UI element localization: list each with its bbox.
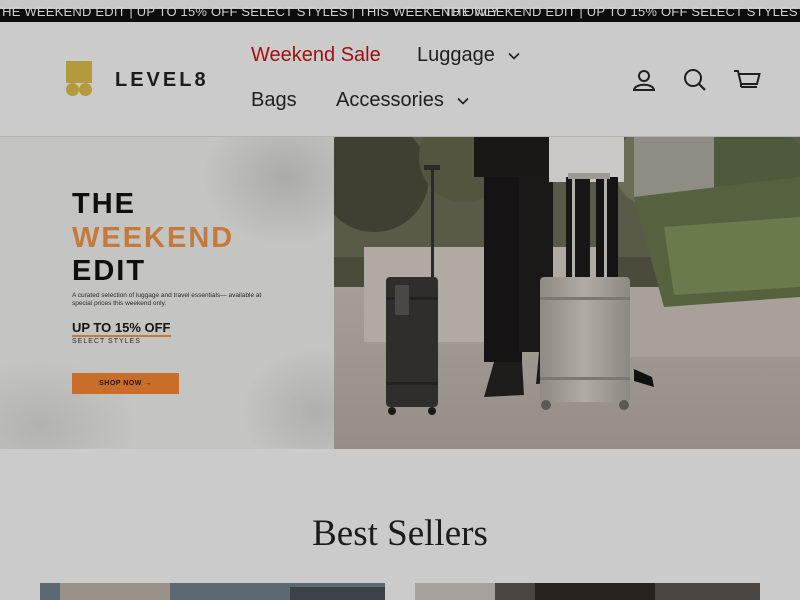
hero-offer: UP TO 15% OFF bbox=[72, 320, 171, 337]
logo-mark-icon bbox=[66, 61, 92, 83]
announcement-bar: THE WEEKEND EDIT | UP TO 15% OFF SELECT … bbox=[0, 0, 800, 22]
announcement-text-repeat: THE WEEKEND EDIT | UP TO 15% OFF SELECT … bbox=[444, 4, 800, 19]
product-image-fragment bbox=[535, 583, 655, 600]
nav-accessories[interactable]: Accessories bbox=[336, 89, 469, 112]
hero-subtext: A curated selection of luggage and trave… bbox=[72, 292, 262, 307]
brand-logo[interactable]: LEVEL8 bbox=[66, 61, 226, 101]
logo-mark-circle-left bbox=[66, 83, 79, 96]
product-image-fragment bbox=[60, 583, 170, 600]
search-button[interactable] bbox=[681, 66, 709, 94]
nav-luggage-label: Luggage bbox=[417, 44, 495, 66]
cart-button[interactable] bbox=[732, 66, 762, 94]
palm-shadow-decoration bbox=[240, 347, 334, 449]
account-icon bbox=[632, 70, 656, 91]
product-card[interactable] bbox=[40, 583, 385, 600]
chevron-down-icon bbox=[508, 52, 521, 60]
product-image-fragment bbox=[415, 583, 495, 600]
hero-text-panel: THE WEEKEND EDIT A curated selection of … bbox=[0, 137, 334, 449]
logo-wordmark: LEVEL8 bbox=[115, 69, 209, 91]
nav-luggage[interactable]: Luggage bbox=[417, 44, 521, 67]
hero-headline-line2: WEEKEND bbox=[72, 222, 235, 254]
chevron-down-icon bbox=[457, 97, 469, 105]
palm-shadow-decoration bbox=[0, 357, 140, 449]
site-header: LEVEL8 Weekend Sale Luggage Bags Accesso… bbox=[0, 22, 800, 137]
hero-headline-line1: THE bbox=[72, 188, 136, 220]
nav-weekend-sale-label: Weekend Sale bbox=[251, 44, 381, 66]
hero-luggage-photo bbox=[319, 137, 800, 449]
hero-banner[interactable]: THE WEEKEND EDIT A curated selection of … bbox=[0, 137, 800, 449]
product-card[interactable] bbox=[415, 583, 760, 600]
announcement-text: THE WEEKEND EDIT | UP TO 15% OFF SELECT … bbox=[0, 4, 500, 19]
nav-accessories-label: Accessories bbox=[336, 89, 444, 111]
cart-icon bbox=[734, 70, 761, 88]
best-sellers-heading: Best Sellers bbox=[312, 513, 488, 554]
hero-photo bbox=[319, 137, 800, 449]
nav-weekend-sale[interactable]: Weekend Sale bbox=[251, 44, 381, 67]
nav-bags-label: Bags bbox=[251, 89, 297, 111]
hero-select-styles: SELECT STYLES bbox=[72, 338, 141, 345]
account-button[interactable] bbox=[630, 66, 658, 94]
hero-headline-line3: EDIT bbox=[72, 255, 147, 287]
nav-bags[interactable]: Bags bbox=[251, 89, 297, 112]
logo-mark-circle-right bbox=[79, 83, 92, 96]
shop-now-button[interactable]: SHOP NOW → bbox=[72, 373, 179, 394]
search-icon bbox=[684, 69, 706, 91]
product-image-fragment bbox=[290, 587, 385, 600]
